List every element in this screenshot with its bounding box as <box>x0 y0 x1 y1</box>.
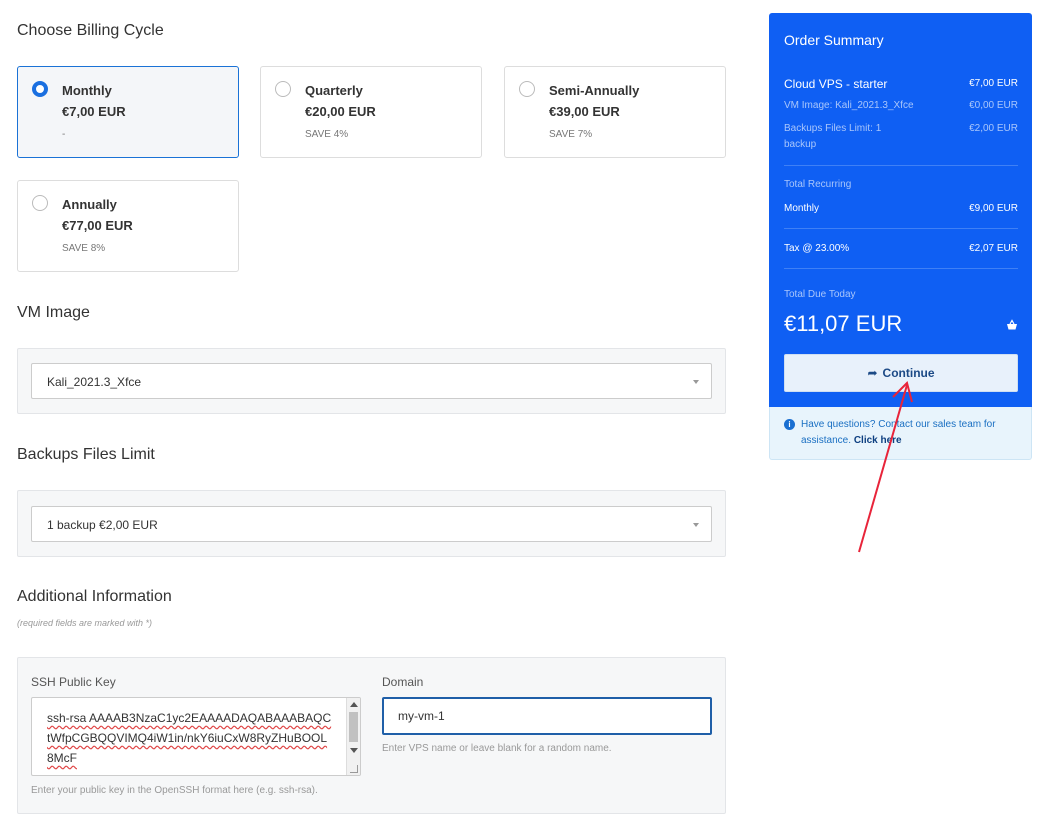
backups-panel: 1 backup €2,00 EUR <box>17 490 726 557</box>
textarea-scrollbar[interactable] <box>346 698 360 775</box>
billing-option-annually[interactable]: Annually €77,00 EUR SAVE 8% <box>17 180 239 272</box>
domain-label: Domain <box>382 675 424 689</box>
ssh-key-hint: Enter your public key in the OpenSSH for… <box>31 785 318 796</box>
billing-option-price: €20,00 EUR <box>305 104 376 119</box>
radio-unselected-icon[interactable] <box>32 195 48 211</box>
info-icon: i <box>784 419 795 430</box>
order-summary-title: Order Summary <box>784 32 884 48</box>
scroll-up-icon[interactable] <box>350 702 358 707</box>
tax-price: €2,07 EUR <box>969 243 1018 254</box>
billing-option-monthly[interactable]: Monthly €7,00 EUR - <box>17 66 239 158</box>
ssh-key-value: ssh-rsa AAAAB3NzaC1yc2EAAAADAQABAAABAQCt… <box>47 711 332 765</box>
summary-line-label: Backups Files Limit: 1 backup <box>784 123 882 150</box>
radio-unselected-icon[interactable] <box>519 81 535 97</box>
summary-divider <box>784 268 1018 269</box>
backups-heading: Backups Files Limit <box>17 446 155 463</box>
total-due-label: Total Due Today <box>784 289 856 300</box>
billing-cycle-heading: Choose Billing Cycle <box>17 22 164 39</box>
domain-value: my-vm-1 <box>398 709 445 723</box>
billing-option-price: €77,00 EUR <box>62 218 133 233</box>
total-due-amount: €11,07 EUR <box>784 311 903 336</box>
summary-line-price: €2,00 EUR <box>969 123 1018 134</box>
additional-info-heading: Additional Information <box>17 588 172 605</box>
order-summary-panel: Order Summary Cloud VPS - starter €7,00 … <box>769 13 1032 407</box>
billing-option-quarterly[interactable]: Quarterly €20,00 EUR SAVE 4% <box>260 66 482 158</box>
backups-select[interactable]: 1 backup €2,00 EUR <box>31 506 712 542</box>
summary-line-label: VM Image: Kali_2021.3_Xfce <box>784 100 914 111</box>
continue-label: Continue <box>882 366 935 380</box>
billing-option-price: €39,00 EUR <box>549 104 620 119</box>
total-recurring-label: Total Recurring <box>784 179 852 190</box>
recurring-price: €9,00 EUR <box>969 203 1018 214</box>
cart-icon <box>1007 319 1017 330</box>
scrollbar-thumb[interactable] <box>349 712 358 742</box>
billing-option-save: - <box>62 129 66 140</box>
radio-selected-icon[interactable] <box>32 81 48 97</box>
vm-image-heading: VM Image <box>17 304 90 321</box>
recurring-period: Monthly <box>784 203 820 214</box>
billing-option-save: SAVE 8% <box>62 243 106 254</box>
summary-line-price: €0,00 EUR <box>969 100 1018 111</box>
vm-image-select[interactable]: Kali_2021.3_Xfce <box>31 363 712 399</box>
continue-button[interactable]: ➦ Continue <box>784 354 1018 392</box>
tax-label: Tax @ 23.00% <box>784 243 850 254</box>
additional-info-panel: SSH Public Key ssh-rsa AAAAB3NzaC1yc2EAA… <box>17 657 726 814</box>
vm-image-value: Kali_2021.3_Xfce <box>47 375 142 389</box>
ssh-key-textarea[interactable]: ssh-rsa AAAAB3NzaC1yc2EAAAADAQABAAABAQCt… <box>31 697 361 776</box>
resize-grip-icon[interactable] <box>350 765 358 773</box>
vm-image-panel: Kali_2021.3_Xfce <box>17 348 726 414</box>
summary-product-name: Cloud VPS - starter <box>784 77 888 91</box>
billing-option-name: Annually <box>62 197 117 212</box>
billing-option-price: €7,00 EUR <box>62 104 126 119</box>
dropdown-arrow-icon <box>693 523 699 527</box>
summary-divider <box>784 228 1018 229</box>
radio-unselected-icon[interactable] <box>275 81 291 97</box>
domain-hint: Enter VPS name or leave blank for a rand… <box>382 743 612 754</box>
ssh-key-label: SSH Public Key <box>31 675 116 689</box>
billing-option-name: Semi-Annually <box>549 83 640 98</box>
billing-option-name: Quarterly <box>305 83 363 98</box>
summary-divider <box>784 165 1018 166</box>
billing-option-semi-annually[interactable]: Semi-Annually €39,00 EUR SAVE 7% <box>504 66 726 158</box>
summary-product-price: €7,00 EUR <box>969 78 1018 89</box>
help-box: i Have questions? Contact our sales team… <box>769 407 1032 460</box>
help-text: Have questions? Contact our sales team f… <box>801 417 1021 449</box>
billing-option-save: SAVE 4% <box>305 129 349 140</box>
billing-option-save: SAVE 7% <box>549 129 593 140</box>
dropdown-arrow-icon <box>693 380 699 384</box>
domain-input[interactable]: my-vm-1 <box>382 697 712 735</box>
billing-option-name: Monthly <box>62 83 112 98</box>
backups-value: 1 backup €2,00 EUR <box>47 518 158 532</box>
help-link[interactable]: Click here <box>854 435 902 446</box>
share-arrow-icon: ➦ <box>867 366 878 380</box>
scroll-down-icon[interactable] <box>350 748 358 753</box>
required-note: (required fields are marked with *) <box>17 618 153 628</box>
